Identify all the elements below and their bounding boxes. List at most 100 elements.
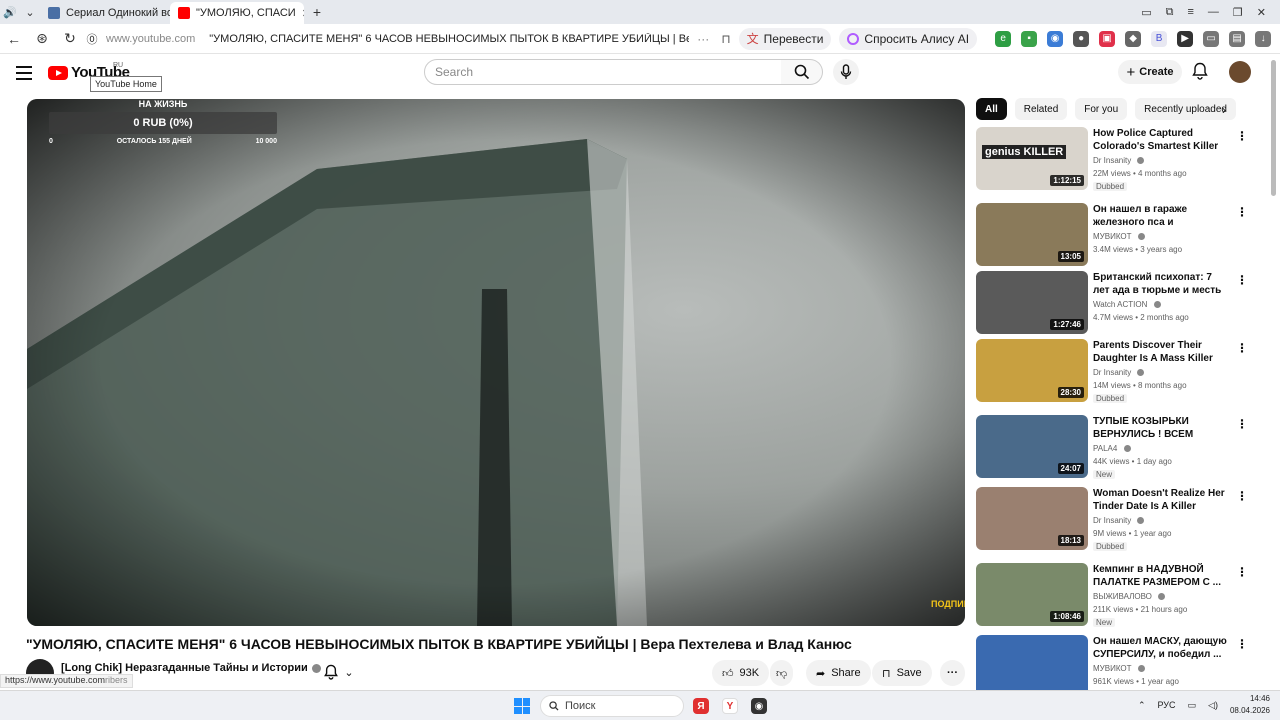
- recommendation-title[interactable]: Кемпинг в НАДУВНОЙ ПАЛАТКЕ РАЗМЕРОМ С ..…: [1093, 563, 1229, 589]
- recommendation-title[interactable]: How Police Captured Colorado's Smartest …: [1093, 127, 1229, 153]
- url-page-title[interactable]: "УМОЛЯЮ, СПАСИТЕ МЕНЯ" 6 ЧАСОВ НЕВЫНОСИМ…: [209, 33, 689, 45]
- chip-for-you[interactable]: For you: [1075, 98, 1128, 120]
- protect-icon[interactable]: ⊛: [28, 30, 56, 47]
- translate-button[interactable]: 文 Перевести: [738, 27, 832, 50]
- guide-menu-icon[interactable]: [16, 66, 32, 84]
- tabs-menu-chevron-icon[interactable]: ⌄: [20, 2, 40, 22]
- close-window-icon[interactable]: ✕: [1257, 6, 1266, 19]
- more-vertical-icon[interactable]: ⋮: [1236, 205, 1248, 219]
- tab-serial[interactable]: Сериал Одинокий волк 1: [40, 2, 170, 24]
- tray-chevron-icon[interactable]: ⌃: [1138, 700, 1146, 711]
- share-button[interactable]: ➦ Share: [806, 660, 871, 686]
- pin-extension-icon[interactable]: ●: [1073, 30, 1090, 47]
- recommendation-thumbnail[interactable]: 1:27:46: [976, 271, 1088, 334]
- recommendation-thumbnail[interactable]: [976, 635, 1088, 698]
- download-icon[interactable]: ↓: [1255, 30, 1272, 47]
- maximize-icon[interactable]: ❐: [1233, 6, 1243, 19]
- bookmark-icon[interactable]: ⊓: [721, 32, 730, 46]
- more-vertical-icon[interactable]: ⋮: [1236, 637, 1248, 651]
- channel-name[interactable]: [Long Chik] Неразгаданные Тайны и Истори…: [61, 662, 321, 674]
- reload-icon[interactable]: ↻: [56, 30, 84, 47]
- video-player[interactable]: НА ЖИЗНЬ 0 RUB (0%) 0 ОСТАЛОСЬ 155 ДНЕЙ …: [27, 99, 965, 626]
- more-vertical-icon[interactable]: ⋮: [1236, 417, 1248, 431]
- recommendation-title[interactable]: Parents Discover Their Daughter Is A Mas…: [1093, 339, 1229, 365]
- recommendation-title[interactable]: Он нашел МАСКУ, дающую СУПЕРСИЛУ, и побе…: [1093, 635, 1229, 661]
- recommendation-channel[interactable]: PALA4: [1093, 444, 1131, 453]
- recommendation-item[interactable]: 18:13 Woman Doesn't Realize Her Tinder Da…: [976, 487, 1256, 551]
- clock[interactable]: 14:46 08.04.2026: [1230, 693, 1270, 717]
- taskbar-search[interactable]: Поиск: [540, 695, 684, 717]
- chevron-right-icon[interactable]: ›: [1222, 103, 1226, 117]
- windows-start-icon[interactable]: [514, 698, 530, 714]
- recommendation-channel[interactable]: Watch ACTION: [1093, 300, 1161, 309]
- url-host[interactable]: www.youtube.com: [106, 33, 195, 45]
- account-avatar[interactable]: [1229, 61, 1251, 83]
- yandex-browser-icon[interactable]: Y: [722, 698, 738, 714]
- create-button[interactable]: + Create: [1118, 60, 1182, 84]
- dislike-button[interactable]: 👎︎: [770, 660, 794, 686]
- more-vertical-icon[interactable]: ⋮: [1236, 565, 1248, 579]
- recommendation-item[interactable]: 1:27:46 Британский психопат: 7 лет ада в …: [976, 271, 1256, 335]
- collections-icon[interactable]: ▤: [1229, 30, 1246, 47]
- recommendation-channel[interactable]: Dr Insanity: [1093, 516, 1145, 525]
- notifications-bell-icon[interactable]: [1192, 62, 1208, 80]
- recommendation-item[interactable]: 28:30 Parents Discover Their Daughter Is …: [976, 339, 1256, 403]
- recommendation-title[interactable]: Он нашел в гараже железного пса и попыта…: [1093, 203, 1229, 229]
- chat-extension-icon[interactable]: ▪: [1021, 30, 1038, 47]
- recommendation-title[interactable]: Британский психопат: 7 лет ада в тюрьме …: [1093, 271, 1229, 297]
- recommendation-channel[interactable]: МУВИКОТ: [1093, 232, 1145, 241]
- recommendation-item[interactable]: 24:07 ТУПЫЕ КОЗЫРЬКИ ВЕРНУЛИСЬ ! ВСЕМ П**…: [976, 415, 1256, 479]
- chip-recently-uploaded[interactable]: Recently uploaded: [1135, 98, 1236, 120]
- minimize-icon[interactable]: —: [1208, 6, 1219, 19]
- more-vertical-icon[interactable]: ⋮: [1236, 129, 1248, 143]
- recommendation-channel[interactable]: Dr Insanity: [1093, 156, 1145, 165]
- bookmarks-icon[interactable]: ▭: [1141, 6, 1151, 19]
- language-indicator[interactable]: РУС: [1157, 700, 1175, 710]
- ask-alice-button[interactable]: Спросить Алису AI: [839, 27, 978, 50]
- cast-extension-icon[interactable]: ▭: [1203, 30, 1220, 47]
- steam-icon[interactable]: ◉: [751, 698, 767, 714]
- page-scrollbar[interactable]: [1271, 60, 1276, 196]
- recommendation-thumbnail[interactable]: 18:13: [976, 487, 1088, 550]
- recommendation-title[interactable]: ТУПЫЕ КОЗЫРЬКИ ВЕРНУЛИСЬ ! ВСЕМ П**ДЕЦ !: [1093, 415, 1229, 441]
- more-vertical-icon[interactable]: ⋮: [1236, 489, 1248, 503]
- search-input[interactable]: Search: [424, 59, 782, 85]
- site-info-icon[interactable]: ⓪: [84, 31, 100, 47]
- network-icon[interactable]: ▭: [1188, 700, 1197, 711]
- recommendation-item[interactable]: 13:05 Он нашел в гараже железного пса и п…: [976, 203, 1256, 267]
- search-button[interactable]: [781, 59, 823, 85]
- subscribe-watermark[interactable]: ПОДПИШИСЬ: [931, 599, 965, 610]
- recommendation-channel[interactable]: МУВИКОТ: [1093, 664, 1145, 673]
- more-icon[interactable]: ···: [697, 32, 709, 46]
- sound-icon[interactable]: 🔊: [0, 2, 20, 22]
- menu-icon[interactable]: ≡: [1187, 6, 1193, 19]
- audio-extension-icon[interactable]: ◉: [1047, 30, 1064, 47]
- volume-icon[interactable]: ◁): [1208, 700, 1218, 711]
- downloads-icon[interactable]: ⧉: [1166, 6, 1174, 19]
- more-vertical-icon[interactable]: ⋮: [1236, 341, 1248, 355]
- more-actions-button[interactable]: ···: [940, 660, 965, 686]
- recommendation-thumbnail[interactable]: 13:05: [976, 203, 1088, 266]
- recommendation-thumbnail[interactable]: genius KILLER 1:12:15: [976, 127, 1088, 190]
- more-vertical-icon[interactable]: ⋮: [1236, 273, 1248, 287]
- recommendation-thumbnail[interactable]: 28:30: [976, 339, 1088, 402]
- recommendation-item[interactable]: 1:08:46 Кемпинг в НАДУВНОЙ ПАЛАТКЕ РАЗМЕР…: [976, 563, 1256, 627]
- media-extension-icon[interactable]: ▶: [1177, 30, 1194, 47]
- stack-extension-icon[interactable]: ◆: [1125, 30, 1142, 47]
- new-tab-button[interactable]: +: [308, 3, 326, 21]
- like-button[interactable]: 👍︎ 93K: [712, 660, 770, 686]
- vk-extension-icon[interactable]: B: [1151, 30, 1168, 47]
- recommendation-channel[interactable]: Dr Insanity: [1093, 368, 1145, 377]
- back-icon[interactable]: ←: [0, 31, 28, 47]
- chip-related[interactable]: Related: [1014, 98, 1068, 120]
- yandex-app-icon[interactable]: Я: [693, 698, 709, 714]
- chip-all[interactable]: All: [976, 98, 1007, 120]
- subscription-bell-button[interactable]: ⌄: [316, 658, 362, 686]
- tab-youtube-video[interactable]: "УМОЛЯЮ, СПАСИ ✕: [170, 2, 304, 24]
- recommendation-thumbnail[interactable]: 1:08:46: [976, 563, 1088, 626]
- voice-search-button[interactable]: [833, 59, 859, 85]
- close-tab-icon[interactable]: ✕: [302, 7, 304, 20]
- gallery-extension-icon[interactable]: ▣: [1099, 30, 1116, 47]
- recommendation-item[interactable]: genius KILLER 1:12:15 How Police Captured …: [976, 127, 1256, 191]
- recommendation-thumbnail[interactable]: 24:07: [976, 415, 1088, 478]
